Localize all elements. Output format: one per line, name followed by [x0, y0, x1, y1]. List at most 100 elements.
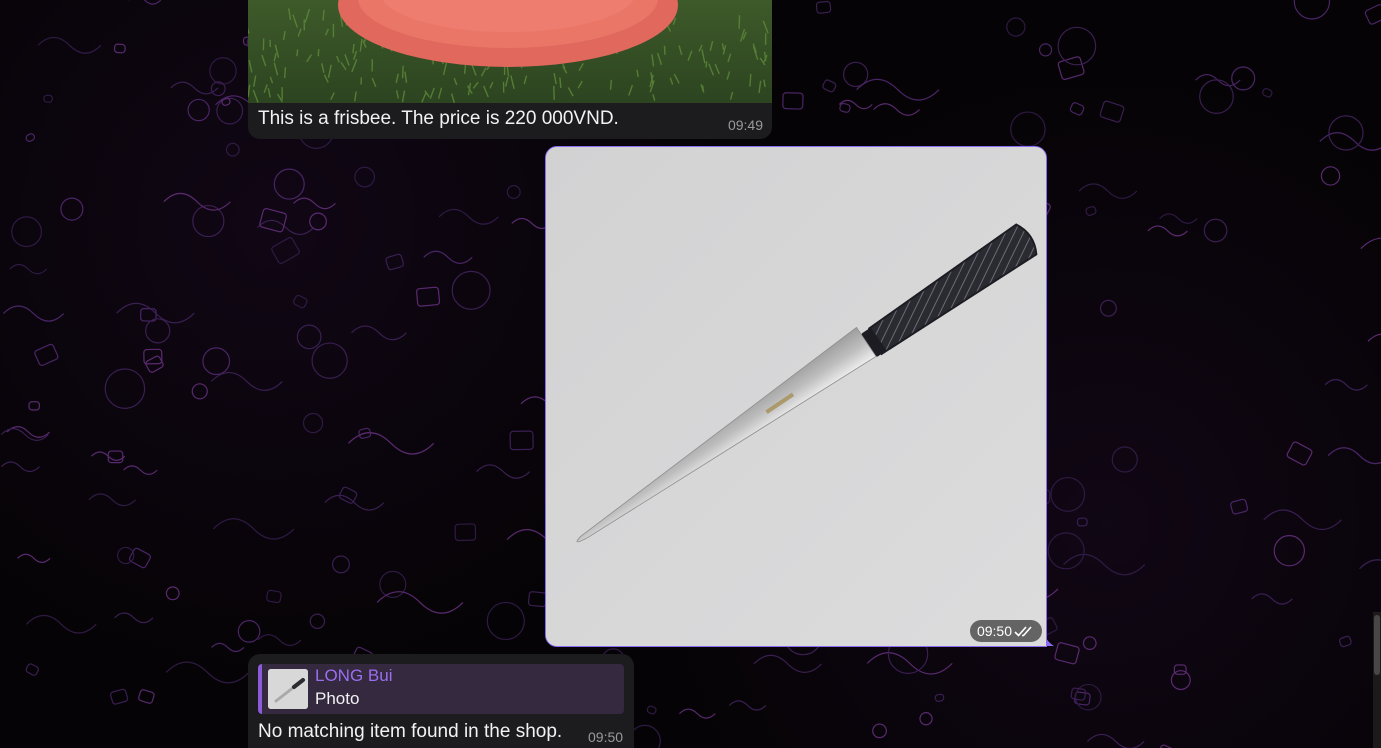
wallpaper-doodle: [1057, 56, 1085, 81]
wallpaper-doodle: [438, 208, 499, 225]
wallpaper-doodle: [1069, 102, 1085, 116]
wallpaper-doodle: [311, 342, 348, 379]
wallpaper-doodle: [416, 286, 441, 307]
wallpaper-doodle: [88, 493, 136, 507]
wallpaper-doodle: [1078, 183, 1138, 199]
wallpaper-doodle: [354, 166, 376, 188]
wallpaper-doodle: [1230, 498, 1249, 515]
wallpaper-doodle: [919, 712, 933, 726]
wallpaper-doodle: [1050, 476, 1086, 512]
wallpaper-doodle: [114, 612, 154, 624]
wallpaper-doodle: [856, 78, 940, 101]
wallpaper-doodle: [1367, 333, 1381, 342]
wallpaper-doodle: [1076, 517, 1088, 527]
wallpaper-doodle: [331, 555, 350, 574]
wallpaper-doodle: [302, 412, 324, 434]
wallpaper-doodle: [191, 383, 208, 400]
wallpaper-doodle: [822, 79, 837, 93]
wallpaper-doodle: [1057, 26, 1097, 66]
grass-blade: [283, 67, 287, 79]
grass-blade: [296, 49, 299, 57]
wallpaper-doodle: [476, 464, 531, 479]
wallpaper-doodle: [1273, 535, 1306, 567]
wallpaper-doodle: [1251, 593, 1293, 605]
wallpaper-doodle: [1159, 213, 1198, 224]
wallpaper-doodle: [454, 523, 477, 542]
wallpaper-doodle: [1010, 111, 1046, 147]
wallpaper-doodle: [423, 250, 473, 265]
wallpaper-doodle: [257, 634, 302, 647]
wallpaper-doodle: [1262, 88, 1273, 98]
wallpaper-doodle: [1173, 664, 1187, 675]
wallpaper-doodle: [1293, 0, 1331, 20]
wallpaper-doodle: [351, 325, 407, 341]
wallpaper-doodle: [293, 197, 336, 210]
wallpaper-doodle: [165, 586, 180, 601]
wallpaper-doodle: [509, 430, 534, 451]
wallpaper-doodle: [11, 216, 43, 248]
wallpaper-doodle: [187, 98, 210, 122]
wallpaper-doodle: [1099, 299, 1117, 317]
message-text: This is a frisbee. The price is 220 000V…: [258, 108, 619, 129]
wallpaper-doodle: [113, 43, 126, 54]
message-bubble-incoming[interactable]: LONG Bui Photo No matching item found in…: [248, 654, 634, 748]
wallpaper-doodle: [486, 601, 525, 641]
wallpaper-doodle: [34, 343, 59, 366]
grass-blade: [322, 9, 325, 21]
wallpaper-doodle: [60, 197, 84, 221]
wallpaper-doodle: [37, 36, 102, 54]
wallpaper-doodle: [296, 324, 322, 350]
knife-thumbnail: [268, 669, 308, 709]
wallpaper-doodle: [2, 305, 65, 322]
grass-blade: [609, 79, 613, 90]
message-timestamp: 09:50: [976, 623, 1012, 639]
wallpaper-doodle: [9, 263, 48, 275]
wallpaper-doodle: [192, 204, 225, 238]
wallpaper-doodle: [678, 708, 716, 719]
wallpaper-doodle: [839, 102, 851, 113]
message-bubble-incoming[interactable]: This is a frisbee. The price is 220 000V…: [248, 0, 772, 139]
wallpaper-doodle: [1324, 378, 1368, 391]
reply-author: LONG Bui: [315, 666, 393, 685]
wallpaper-doodle: [872, 723, 887, 739]
wallpaper-doodle: [110, 688, 129, 705]
wallpaper-doodle: [25, 133, 35, 142]
wallpaper-doodle: [1063, 553, 1146, 576]
wallpaper-doodle: [934, 693, 945, 702]
knife-photo[interactable]: [546, 147, 1046, 646]
wallpaper-doodle: [128, 0, 162, 5]
grass-blade: [553, 85, 555, 100]
wallpaper-doodle: [28, 401, 40, 411]
wallpaper-doodle: [527, 591, 547, 608]
wallpaper-doodle: [43, 94, 54, 103]
wallpaper-doodle: [1038, 43, 1053, 57]
wallpaper-doodle: [210, 371, 283, 391]
wallpaper-doodle: [324, 494, 385, 511]
wallpaper-doodle: [1320, 166, 1341, 186]
wallpaper-doodle: [210, 81, 226, 97]
wallpaper-doodle: [347, 432, 435, 455]
message-text: No matching item found in the shop.: [258, 721, 563, 742]
wallpaper-doodle: [1170, 670, 1191, 691]
wallpaper-doodle: [1339, 635, 1352, 648]
wallpaper-doodle: [266, 589, 282, 604]
wallpaper-doodle: [170, 81, 219, 95]
message-timestamp: 09:50: [588, 729, 624, 745]
wallpaper-doodle: [237, 620, 261, 643]
wallpaper-doodle: [17, 553, 51, 563]
message-bubble-outgoing[interactable]: 09:50: [545, 146, 1047, 647]
wallpaper-doodle: [1327, 447, 1381, 465]
wallpaper-doodle: [1147, 225, 1188, 237]
wallpaper-doodle: [309, 613, 326, 629]
wallpaper-doodle: [209, 57, 237, 85]
frisbee-photo[interactable]: [248, 0, 772, 103]
grass-blade: [705, 61, 708, 68]
wallpaper-doodle: [25, 614, 97, 634]
wallpaper-doodle: [506, 185, 521, 199]
scrollbar-thumb[interactable]: [1374, 615, 1380, 675]
reply-preview[interactable]: LONG Bui Photo: [258, 664, 624, 714]
grass-blade: [749, 73, 752, 87]
wallpaper-doodle: [138, 689, 155, 704]
wallpaper-doodle: [379, 570, 407, 598]
wallpaper-doodle: [271, 237, 300, 264]
